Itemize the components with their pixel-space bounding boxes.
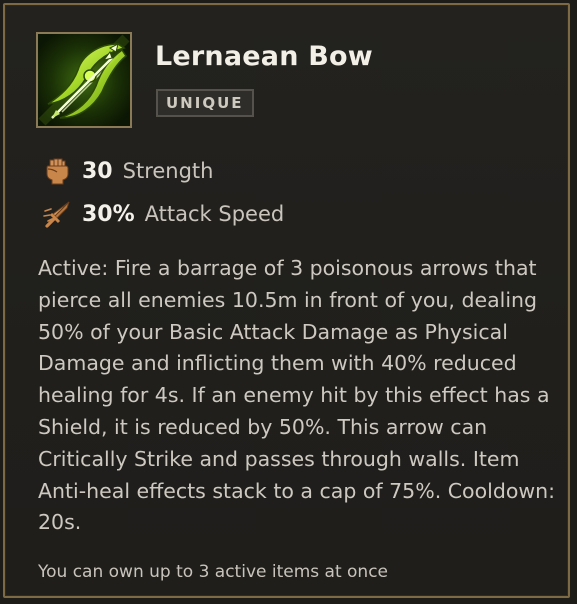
item-icon-frame xyxy=(36,32,132,128)
stat-name: Strength xyxy=(122,159,214,183)
stat-value: 30 xyxy=(82,158,113,184)
lernaean-bow-icon xyxy=(38,34,130,126)
stat-value: 30% xyxy=(82,201,135,227)
item-tooltip: Lernaean Bow UNIQUE 30 Strength 30% Atta… xyxy=(3,3,570,598)
item-name: Lernaean Bow xyxy=(155,41,373,72)
item-description: Active: Fire a barrage of 3 poisonous ar… xyxy=(38,256,556,535)
stat-row-strength: 30 Strength xyxy=(42,155,213,187)
stat-row-attack-speed: 30% Attack Speed xyxy=(42,198,284,230)
strength-fist-icon xyxy=(46,158,69,185)
stat-name: Attack Speed xyxy=(144,202,285,226)
active-item-limit-note: You can own up to 3 active items at once xyxy=(38,562,389,582)
attack-speed-icon xyxy=(43,201,70,228)
rarity-badge: UNIQUE xyxy=(156,89,254,117)
